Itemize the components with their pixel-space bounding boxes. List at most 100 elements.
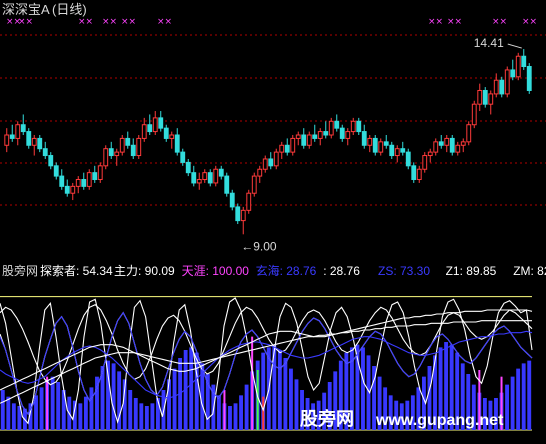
candle-body bbox=[169, 134, 175, 139]
candle-body bbox=[240, 209, 246, 222]
indicator-panel bbox=[0, 296, 533, 431]
candle-body bbox=[218, 168, 224, 177]
candle-body bbox=[185, 161, 191, 174]
candle-body bbox=[405, 151, 411, 167]
candle-body bbox=[4, 134, 10, 146]
signal-marker: ×× bbox=[522, 17, 537, 27]
candle-body bbox=[97, 165, 103, 181]
candle-body bbox=[279, 144, 285, 153]
candle-body bbox=[372, 137, 378, 153]
candle-body bbox=[251, 175, 257, 194]
candle-body bbox=[224, 175, 230, 194]
chart-period: (日线) bbox=[52, 2, 87, 17]
candle-body bbox=[174, 134, 180, 153]
candle-body bbox=[86, 172, 92, 187]
candle-body bbox=[515, 55, 521, 78]
candle-body bbox=[471, 103, 477, 126]
candle-body bbox=[20, 124, 26, 133]
candle-body bbox=[103, 148, 109, 167]
candle-body bbox=[229, 192, 235, 208]
candle-body bbox=[460, 141, 466, 146]
candle-body bbox=[213, 168, 219, 184]
price-low-label: ←9.00 bbox=[241, 239, 277, 253]
price-high-label: 14.41 bbox=[474, 36, 504, 50]
candle-body bbox=[345, 131, 351, 139]
candle-body bbox=[411, 165, 417, 181]
chart-canvas: 深深宝A (日线) 14.41←9.00×××× ×× ×× ×× ×× ×× ×× ×× ××… bbox=[0, 2, 546, 431]
candle-body bbox=[526, 66, 532, 91]
candle-body bbox=[268, 158, 274, 167]
candle-body bbox=[92, 172, 98, 181]
candle-body bbox=[383, 141, 389, 146]
candle-body bbox=[191, 172, 197, 184]
candle-body bbox=[394, 148, 400, 157]
candle-body bbox=[438, 141, 444, 146]
candle-body bbox=[196, 179, 202, 184]
legend-item: 主力: 90.09 bbox=[114, 264, 175, 278]
legend-item: Z1: 89.85 bbox=[446, 264, 497, 278]
candle-body bbox=[180, 151, 186, 163]
legend-item: 玄海: 28.76 bbox=[256, 263, 317, 278]
candle-body bbox=[108, 148, 114, 157]
candle-body bbox=[488, 93, 494, 105]
candle-body bbox=[504, 69, 510, 95]
watermark-url: www.gupang.net bbox=[375, 412, 504, 429]
signal-marker: ×× bbox=[492, 17, 507, 27]
candle-body bbox=[9, 134, 15, 139]
candle-body bbox=[235, 206, 241, 222]
candle-body bbox=[75, 179, 81, 187]
candle-body bbox=[427, 151, 433, 157]
candle-body bbox=[31, 137, 37, 146]
legend-item: 天涯: 100.00 bbox=[182, 264, 250, 278]
candle-body bbox=[444, 137, 450, 146]
candle-body bbox=[482, 89, 488, 105]
candle-body bbox=[295, 134, 301, 139]
legend-item: ZM: 82.2 bbox=[513, 264, 546, 278]
candle-body bbox=[422, 155, 428, 170]
candle-body bbox=[136, 137, 142, 157]
candle-body bbox=[64, 185, 70, 194]
candle-body bbox=[339, 127, 345, 139]
candle-body bbox=[158, 117, 164, 129]
candle-body bbox=[290, 137, 296, 153]
candle-body bbox=[334, 120, 340, 129]
candle-body bbox=[119, 137, 125, 153]
candle-body bbox=[37, 137, 43, 150]
candle-body bbox=[416, 168, 422, 181]
candle-body bbox=[449, 137, 455, 153]
candle-body bbox=[323, 131, 329, 136]
candle-body bbox=[81, 179, 87, 187]
candle-body bbox=[70, 185, 76, 194]
candle-body bbox=[273, 151, 279, 167]
candle-body bbox=[147, 124, 153, 133]
candle-body bbox=[493, 79, 499, 95]
candle-body bbox=[378, 141, 384, 153]
candle-body bbox=[433, 141, 439, 153]
candle-body bbox=[317, 131, 323, 139]
candle-body bbox=[257, 168, 263, 177]
signal-marker: ×× bbox=[447, 17, 462, 27]
candle-body bbox=[328, 120, 334, 136]
candle-body bbox=[306, 134, 312, 146]
legend-item: 探索者: 54.34 bbox=[40, 264, 113, 278]
legend-item: : 28.76 bbox=[323, 264, 360, 278]
candle-body bbox=[466, 124, 472, 143]
signal-marker: ×× bbox=[121, 17, 136, 27]
candle-body bbox=[477, 89, 483, 105]
candle-body bbox=[141, 124, 147, 139]
legend-item: ZS: 73.30 bbox=[378, 264, 430, 278]
candle-body bbox=[312, 134, 318, 139]
candle-body bbox=[367, 137, 373, 146]
candle-body bbox=[163, 127, 169, 139]
candle-body bbox=[59, 175, 65, 187]
candle-body bbox=[26, 131, 32, 146]
price-panel: 14.41←9.00×××× ×× ×× ×× ×× ×× ×× ×× ×× bbox=[0, 17, 546, 253]
candle-body bbox=[400, 148, 406, 153]
signal-marker: ×× bbox=[102, 17, 117, 27]
legend-source: 股旁网 bbox=[2, 263, 38, 278]
candle-body bbox=[207, 172, 213, 184]
candle-body bbox=[15, 124, 21, 139]
candle-body bbox=[246, 192, 252, 211]
signal-marker: ×× bbox=[18, 17, 33, 27]
signal-marker: ×× bbox=[428, 17, 443, 27]
